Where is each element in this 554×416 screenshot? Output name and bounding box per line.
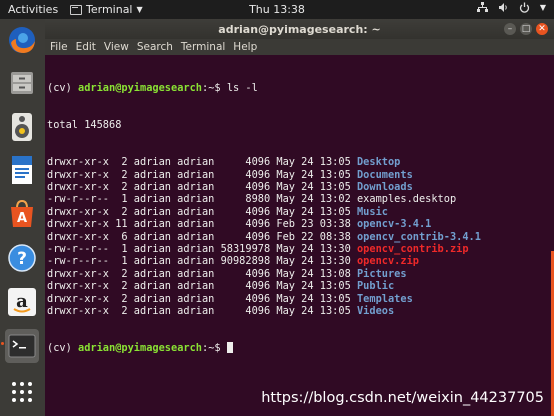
text-cursor [226,342,233,354]
file-name: opencv_contrib.zip [356,242,469,255]
listing-row: drwxr-xr-x 2 adrian adrian 4096 May 24 1… [47,305,547,317]
menu-search[interactable]: Search [137,41,173,53]
running-indicator [1,342,4,345]
speaker-icon [12,113,32,141]
listing-row: drwxr-xr-x 2 adrian adrian 4096 May 24 1… [47,156,547,168]
dock-firefox[interactable] [5,23,39,57]
file-meta: drwxr-xr-x 2 adrian adrian 4096 May 24 1… [47,181,357,193]
file-meta: drwxr-xr-x 2 adrian adrian 4096 May 24 1… [47,156,357,169]
clock[interactable]: Thu 13:38 [0,3,554,16]
app-grid-icon [12,382,32,402]
listing-row: drwxr-xr-x 2 adrian adrian 4096 May 24 1… [47,280,547,292]
chevron-down-icon: ▼ [539,3,546,12]
file-name: opencv.zip [356,255,419,268]
file-meta: -rw-r--r-- 1 adrian adrian 8980 May 24 1… [47,193,357,206]
top-panel: Activities Terminal ▼ Thu 13:38 ▼ [0,0,554,19]
file-meta: drwxr-xr-x 2 adrian adrian 4096 May 24 1… [47,304,357,317]
file-meta: drwxr-xr-x 2 adrian adrian 4096 May 24 1… [47,280,357,293]
prompt-user-host: adrian@pyimagesearch [78,342,202,355]
network-icon [476,2,488,12]
menu-help[interactable]: Help [233,41,257,53]
svg-text:A: A [17,211,27,226]
document-icon [12,156,32,184]
minimize-button[interactable]: – [504,23,516,35]
power-icon [519,2,529,13]
system-tray[interactable]: ▼ [476,2,546,13]
file-name: Pictures [356,267,407,280]
help-icon: ? [8,244,36,272]
listing-row: drwxr-xr-x 11 adrian adrian 4096 Feb 23 … [47,218,547,230]
prompt-line: (cv) adrian@pyimagesearch:~$ [47,342,547,354]
prompt-line: (cv) adrian@pyimagesearch:~$ ls -l [47,82,547,94]
prompt-path: :~$ [202,81,227,94]
menu-terminal[interactable]: Terminal [181,41,225,53]
file-meta: drwxr-xr-x 2 adrian adrian 4096 May 24 1… [47,292,357,305]
file-name: Downloads [356,181,413,193]
file-name: examples.desktop [356,193,457,206]
menu-view[interactable]: View [104,41,129,53]
file-name: Desktop [356,156,401,169]
prompt-user-host: adrian@pyimagesearch [78,81,202,94]
terminal-window: adrian@pyimagesearch: ~ – □ ✕ File Edit … [45,19,554,416]
dock-ubuntu-software[interactable]: A [5,197,39,231]
shopping-bag-icon: A [11,199,33,227]
menu-file[interactable]: File [50,41,68,53]
file-meta: drwxr-xr-x 2 adrian adrian 4096 May 24 1… [47,267,357,280]
terminal-output[interactable]: (cv) adrian@pyimagesearch:~$ ls -l total… [47,57,547,416]
listing-row: -rw-r--r-- 1 adrian adrian 58319978 May … [47,243,547,255]
amazon-icon: a [8,288,36,316]
file-name: Documents [356,168,413,181]
command-text: ls -l [226,81,258,94]
listing-row: drwxr-xr-x 2 adrian adrian 4096 May 24 1… [47,181,547,193]
prompt-env: (cv) [47,342,78,355]
listing-row: drwxr-xr-x 2 adrian adrian 4096 May 24 1… [47,268,547,280]
svg-text:?: ? [17,249,27,269]
dock-writer[interactable] [5,153,39,187]
listing-row: -rw-r--r-- 1 adrian adrian 8980 May 24 1… [47,193,547,205]
listing-row: drwxr-xr-x 2 adrian adrian 4096 May 24 1… [47,206,547,218]
file-name: opencv-3.4.1 [356,218,432,231]
dock-terminal[interactable] [5,329,39,363]
file-meta: drwxr-xr-x 11 adrian adrian 4096 Feb 23 … [47,218,357,231]
file-name: Videos [356,304,395,317]
title-bar[interactable]: adrian@pyimagesearch: ~ – □ ✕ [45,19,554,39]
file-meta: -rw-r--r-- 1 adrian adrian 90982898 May … [47,255,357,268]
window-title: adrian@pyimagesearch: ~ [218,23,381,36]
close-button[interactable]: ✕ [536,23,548,35]
dock-files[interactable] [5,66,39,100]
watermark: https://blog.csdn.net/weixin_44237705 [261,390,544,406]
file-cabinet-icon [11,72,33,94]
menu-bar: File Edit View Search Terminal Help [45,39,554,55]
maximize-button[interactable]: □ [520,23,532,35]
menu-edit[interactable]: Edit [76,41,96,53]
listing-row: -rw-r--r-- 1 adrian adrian 90982898 May … [47,255,547,267]
file-meta: drwxr-xr-x 6 adrian adrian 4096 Feb 22 0… [47,230,357,243]
dock: A ? a [0,19,45,416]
file-name: Templates [356,292,413,305]
file-meta: -rw-r--r-- 1 adrian adrian 58319978 May … [47,242,357,255]
firefox-icon [9,27,35,53]
terminal-icon [8,334,36,358]
file-meta: drwxr-xr-x 2 adrian adrian 4096 May 24 1… [47,205,357,218]
prompt-path: :~$ [202,342,227,355]
dock-amazon[interactable]: a [5,285,39,319]
file-name: opencv_contrib-3.4.1 [356,230,481,243]
file-name: Public [356,280,395,293]
file-meta: drwxr-xr-x 2 adrian adrian 4096 May 24 1… [47,168,357,181]
dock-help[interactable]: ? [5,241,39,275]
file-name: Music [356,205,388,218]
volume-icon [498,3,507,12]
dock-show-applications[interactable] [5,375,39,409]
listing-row: drwxr-xr-x 6 adrian adrian 4096 Feb 22 0… [47,231,547,243]
listing-row: drwxr-xr-x 2 adrian adrian 4096 May 24 1… [47,169,547,181]
prompt-env: (cv) [47,81,78,94]
listing-row: drwxr-xr-x 2 adrian adrian 4096 May 24 1… [47,293,547,305]
dock-rhythmbox[interactable] [5,110,39,144]
svg-text:a: a [16,291,28,312]
total-line: total 145868 [47,119,122,132]
